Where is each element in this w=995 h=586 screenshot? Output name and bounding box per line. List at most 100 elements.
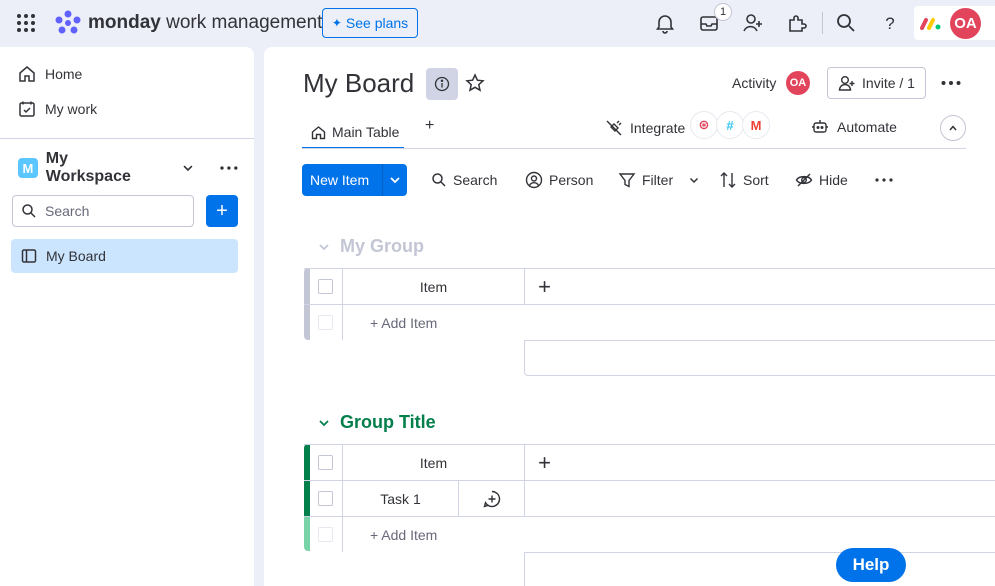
help-button[interactable]: Help — [836, 548, 906, 582]
updates-button[interactable] — [458, 481, 524, 516]
inbox-count-badge: 1 — [714, 3, 732, 21]
see-plans-button[interactable]: ✦ See plans — [322, 8, 418, 38]
page-title[interactable]: My Board — [303, 68, 414, 99]
robot-icon — [812, 120, 828, 133]
home-icon — [311, 125, 326, 139]
more-options-icon[interactable] — [220, 165, 238, 171]
select-all-checkbox[interactable] — [318, 269, 333, 304]
sort-button[interactable]: Sort — [719, 164, 769, 196]
hide-columns-button[interactable]: Hide — [795, 164, 848, 196]
new-item-button[interactable]: New Item — [302, 164, 407, 196]
invite-button[interactable]: Invite / 1 — [827, 67, 926, 99]
person-icon — [525, 171, 543, 189]
bell-icon[interactable] — [654, 12, 676, 34]
integrate-plug-icon — [606, 120, 622, 136]
monday-logo-icon — [55, 10, 81, 34]
checkbox-cell — [318, 517, 333, 552]
integrations-puzzle-icon[interactable] — [786, 12, 808, 34]
summary-row — [524, 340, 995, 376]
favorite-star-icon[interactable] — [465, 73, 485, 93]
divider — [302, 148, 966, 149]
add-view-button[interactable]: + — [425, 117, 434, 135]
sort-icon — [720, 172, 736, 188]
account-menu[interactable]: OA — [914, 6, 995, 40]
checkbox — [318, 527, 333, 542]
person-filter-button[interactable]: Person — [525, 164, 593, 196]
add-board-button[interactable]: + — [206, 195, 238, 227]
apps-grid-icon[interactable] — [16, 13, 36, 33]
board-icon — [21, 249, 37, 263]
home-icon — [19, 66, 35, 82]
sidebar-search-input[interactable]: Search — [12, 195, 194, 227]
filter-icon — [618, 173, 636, 188]
add-item-input[interactable]: + Add Item — [342, 305, 542, 340]
divider — [822, 12, 823, 34]
sidebar-item-home[interactable]: Home — [18, 65, 82, 83]
divider — [0, 138, 254, 139]
invite-person-icon — [838, 76, 855, 91]
checkbox[interactable] — [318, 491, 333, 506]
sidebar-item-my-work[interactable]: My work — [18, 100, 97, 118]
add-item-row: + Add Item — [304, 516, 995, 552]
checkbox[interactable] — [318, 279, 333, 294]
column-header-item[interactable]: Item — [342, 269, 524, 304]
sidebar: Home My work M My Workspace Search + My … — [0, 47, 254, 586]
add-item-input[interactable]: + Add Item — [342, 517, 542, 552]
chevron-up-icon — [949, 125, 957, 131]
integration-apps[interactable]: ⊛ # M — [690, 111, 770, 139]
group-title-my-group[interactable]: My Group — [318, 236, 424, 257]
add-column-button[interactable]: + — [524, 269, 564, 304]
checkbox — [318, 315, 333, 330]
board-main: My Board Activity OA Invite / 1 Main Tab… — [264, 47, 995, 586]
sparkle-icon: ✦ — [331, 16, 342, 30]
summary-row — [524, 552, 995, 586]
invite-members-icon[interactable] — [742, 12, 764, 34]
column-header-item[interactable]: Item — [342, 445, 524, 480]
monday-logo[interactable]: monday work management — [54, 10, 322, 36]
svg-text:?: ? — [885, 14, 894, 33]
add-update-icon — [482, 490, 500, 508]
integrate-button[interactable]: Integrate — [605, 119, 685, 137]
sidebar-item-my-board[interactable]: My Board — [11, 239, 238, 273]
filter-button[interactable]: Filter — [618, 164, 699, 196]
add-item-row: + Add Item — [304, 304, 995, 340]
gmail-icon: M — [742, 111, 770, 139]
workspace-badge: M — [18, 158, 38, 178]
help-question-icon[interactable]: ? — [879, 12, 901, 34]
avatar[interactable]: OA — [950, 8, 981, 39]
logo-text: monday work management — [88, 12, 323, 33]
item-name-cell[interactable]: Task 1 — [342, 481, 458, 516]
more-options-icon[interactable] — [941, 80, 961, 86]
chevron-down-icon[interactable] — [318, 241, 330, 253]
group-title-group-title[interactable]: Group Title — [318, 412, 436, 433]
top-bar: monday work management ✦ See plans 1 ? O… — [0, 0, 995, 46]
group-table-my-group: Item + + Add Item — [304, 268, 995, 376]
table-row[interactable]: Task 1 — [304, 480, 995, 516]
add-column-button[interactable]: + — [524, 445, 564, 480]
my-work-icon — [19, 101, 35, 117]
slack-icon: # — [716, 111, 744, 139]
search-icon — [22, 204, 36, 218]
chevron-down-icon[interactable] — [689, 175, 699, 185]
search-icon[interactable] — [835, 12, 857, 34]
workspace-name: My Workspace — [45, 150, 131, 185]
automate-button[interactable]: Automate — [811, 119, 897, 135]
collapse-header-button[interactable] — [940, 115, 966, 141]
chevron-down-icon[interactable] — [389, 174, 401, 186]
divider — [382, 164, 383, 196]
table-header-row: Item + — [304, 444, 995, 480]
more-options-icon[interactable] — [875, 177, 893, 183]
search-button[interactable]: Search — [431, 164, 497, 196]
monday-mini-logo-icon — [920, 18, 941, 30]
select-all-checkbox[interactable] — [318, 445, 333, 480]
tab-main-table[interactable]: Main Table — [302, 117, 404, 149]
table-header-row: Item + — [304, 268, 995, 304]
checkbox[interactable] — [318, 455, 333, 470]
activity-button[interactable]: Activity — [732, 75, 776, 91]
chevron-down-icon[interactable] — [318, 417, 330, 429]
board-info-button[interactable] — [426, 68, 458, 100]
row-checkbox[interactable] — [318, 481, 333, 516]
search-icon — [432, 173, 446, 187]
info-icon — [434, 76, 450, 92]
workspace-selector[interactable]: M My Workspace — [18, 150, 238, 185]
